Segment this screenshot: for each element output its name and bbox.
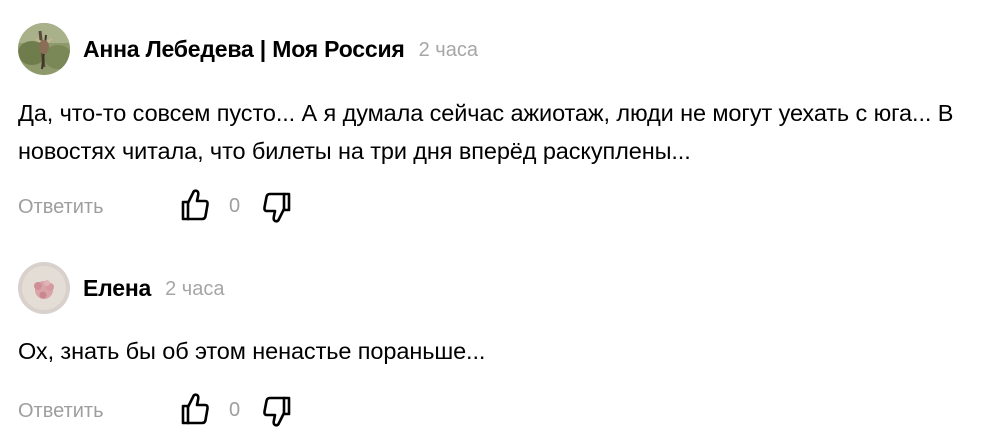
flower-photo-avatar-icon xyxy=(18,262,70,314)
dislike-button[interactable] xyxy=(262,190,292,224)
thumbs-up-icon xyxy=(181,393,209,425)
like-button[interactable] xyxy=(180,188,210,222)
comment-header: Елена 2 часа xyxy=(18,261,978,315)
plant-photo-avatar-icon xyxy=(18,23,70,75)
comment-text: Да, что-то совсем пусто... А я думала се… xyxy=(18,100,954,164)
reply-button[interactable]: Ответить xyxy=(18,400,104,423)
avatar[interactable] xyxy=(18,262,70,314)
thumbs-down-icon xyxy=(263,192,291,223)
avatar[interactable] xyxy=(18,23,70,75)
comment-time: 2 часа xyxy=(418,39,478,61)
comment-actions: Ответить 0 xyxy=(18,392,978,432)
comment-text: Ох, знать бы об этом ненастье пораньше..… xyxy=(18,338,486,364)
thumbs-down-icon xyxy=(263,396,291,427)
author-name[interactable]: Елена xyxy=(83,275,151,302)
dislike-button[interactable] xyxy=(262,394,292,428)
reply-button[interactable]: Ответить xyxy=(18,196,104,219)
author-name[interactable]: Анна Лебедева | Моя Россия xyxy=(83,36,405,63)
comment-actions: Ответить 0 xyxy=(18,188,978,228)
comment: Елена 2 часа Ох, знать бы об этом ненаст… xyxy=(18,261,978,432)
like-count: 0 xyxy=(229,195,241,217)
comment: Анна Лебедева | Моя Россия 2 часа Да, чт… xyxy=(18,22,978,228)
thumbs-up-icon xyxy=(181,189,209,221)
comment-time: 2 часа xyxy=(165,278,225,300)
like-count: 0 xyxy=(229,399,241,421)
comment-header: Анна Лебедева | Моя Россия 2 часа xyxy=(18,22,978,76)
like-button[interactable] xyxy=(180,392,210,426)
